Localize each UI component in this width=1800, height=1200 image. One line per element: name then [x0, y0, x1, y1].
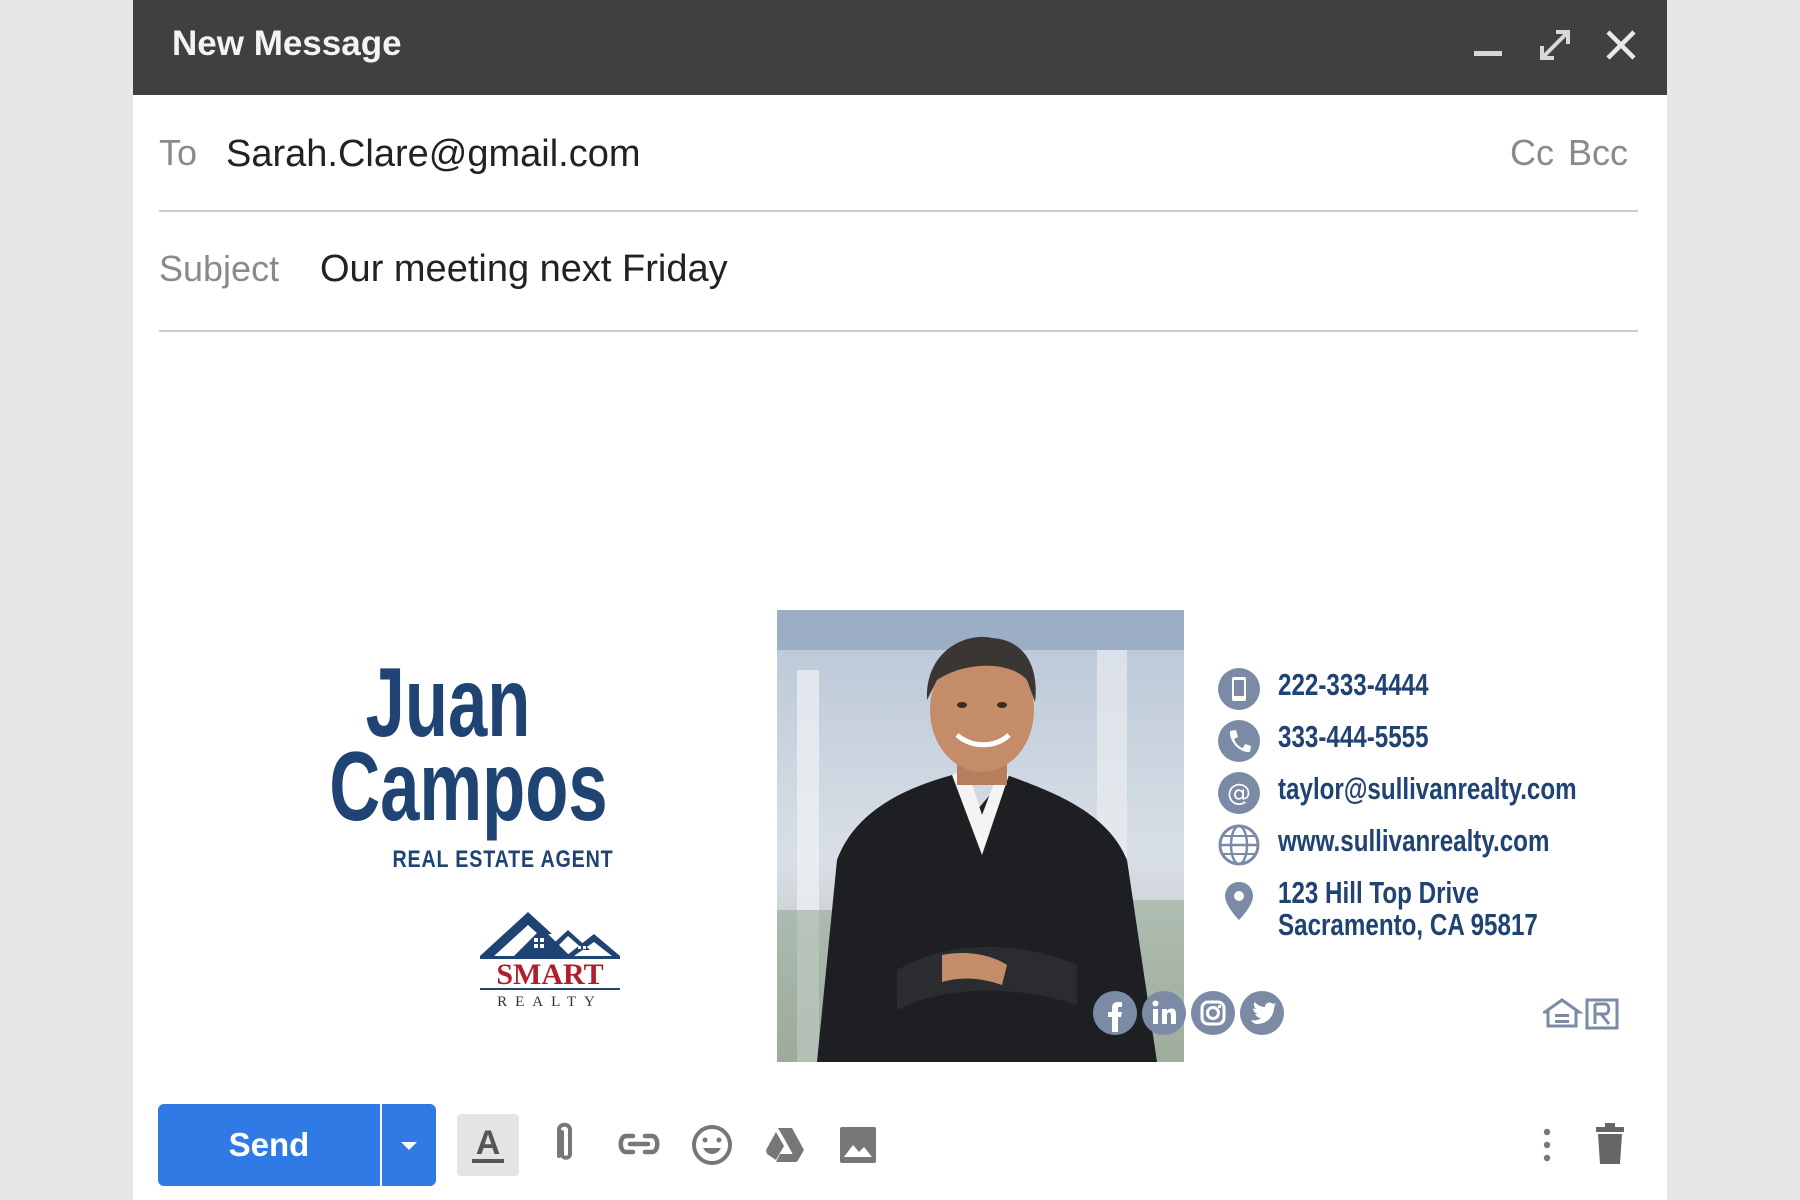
subject-field[interactable]: Our meeting next Friday: [320, 248, 728, 291]
attach-icon[interactable]: [535, 1114, 597, 1176]
smart-realty-logo: SMART REALTY: [480, 906, 620, 1016]
emoji-icon[interactable]: [681, 1114, 743, 1176]
compose-titlebar[interactable]: New Message: [133, 0, 1667, 95]
cc-link[interactable]: Cc: [1510, 132, 1554, 173]
send-button[interactable]: Send: [158, 1104, 380, 1186]
minimize-icon[interactable]: [1463, 20, 1513, 70]
logo-text-sub: REALTY: [497, 994, 603, 1010]
expand-icon[interactable]: [1530, 20, 1580, 70]
svg-text:@: @: [1227, 779, 1251, 807]
housing-badges: [1543, 998, 1619, 1030]
to-field[interactable]: Sarah.Clare@gmail.com: [226, 133, 641, 176]
contact-website-text[interactable]: www.sullivanrealty.com: [1278, 824, 1549, 858]
contact-mobile-text[interactable]: 222-333-4444: [1278, 668, 1429, 702]
svg-text:A: A: [476, 1124, 501, 1162]
globe-icon: [1218, 824, 1260, 866]
chevron-down-icon: [401, 1142, 417, 1150]
linkedin-icon[interactable]: [1141, 990, 1187, 1036]
window-title: New Message: [172, 24, 402, 63]
signature-name: Juan Campos: [329, 653, 608, 841]
at-icon: @: [1218, 772, 1260, 814]
signature-role: REAL ESTATE AGENT: [392, 846, 614, 873]
photo-icon[interactable]: [827, 1114, 889, 1176]
bcc-link[interactable]: Bcc: [1568, 132, 1628, 173]
twitter-icon[interactable]: [1239, 990, 1285, 1036]
subject-label: Subject: [159, 248, 280, 289]
facebook-icon[interactable]: [1092, 990, 1138, 1036]
link-icon[interactable]: [608, 1114, 670, 1176]
realtor-icon: [1585, 998, 1619, 1030]
trash-icon[interactable]: [1579, 1114, 1641, 1176]
contact-address-line1: 123 Hill Top Drive: [1278, 875, 1480, 910]
more-options-icon[interactable]: [1516, 1114, 1578, 1176]
subject-row: Subject Our meeting next Friday: [159, 212, 1638, 332]
mobile-phone-icon: [1218, 668, 1260, 710]
logo-text-main: SMART: [496, 958, 603, 991]
contact-email-text[interactable]: taylor@sullivanrealty.com: [1278, 772, 1577, 806]
to-label: To: [159, 132, 198, 173]
equal-housing-icon: [1543, 998, 1584, 1028]
compose-window: New Message To Sarah.Clare@gmail.com Cc B…: [133, 0, 1667, 1200]
drive-icon[interactable]: [754, 1114, 816, 1176]
formatting-icon[interactable]: A: [457, 1114, 519, 1176]
close-icon[interactable]: [1596, 20, 1646, 70]
location-pin-icon: [1225, 882, 1253, 920]
phone-icon: [1218, 720, 1260, 762]
send-options-button[interactable]: [382, 1104, 436, 1186]
signature-last-name: Campos: [329, 731, 608, 841]
instagram-icon[interactable]: [1190, 990, 1236, 1036]
to-row: To Sarah.Clare@gmail.com Cc Bcc: [159, 95, 1638, 212]
contact-phone-text[interactable]: 333-444-5555: [1278, 720, 1429, 754]
compose-toolbar: Send A: [133, 1100, 1667, 1200]
contact-address-line2: Sacramento, CA 95817: [1278, 907, 1538, 942]
cc-bcc-links: Cc Bcc: [1496, 132, 1628, 174]
